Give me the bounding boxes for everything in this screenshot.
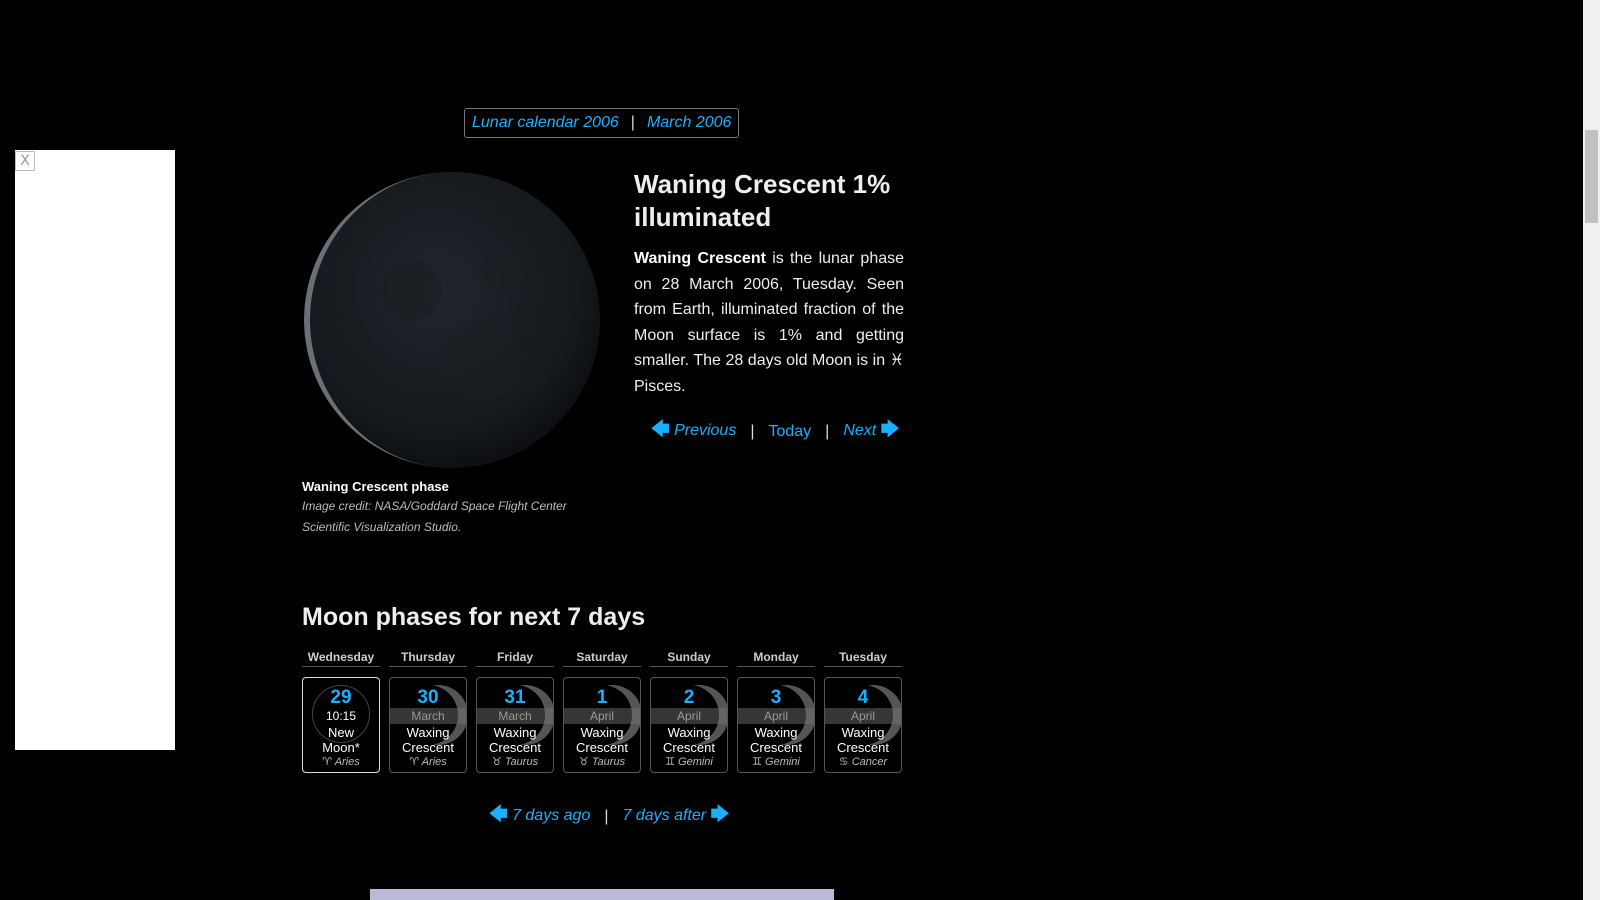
day-number: 31: [504, 687, 526, 708]
breadcrumb: Lunar calendar 2006 | March 2006: [464, 108, 740, 138]
phase-navigation: 🡄 Previous | Today | Next 🡆: [651, 417, 899, 447]
moon-phase-image: [302, 170, 602, 470]
arrow-right-icon: 🡆: [710, 804, 730, 824]
week-navigation: 🡄 7 days ago | 7 days after 🡆: [489, 802, 729, 832]
day-number: 4: [857, 687, 869, 708]
weekday-label: Wednesday: [302, 648, 380, 667]
day-number: 30: [417, 687, 439, 708]
page-scrollbar[interactable]: [1583, 0, 1600, 900]
day-column: Sunday 2 April Waxing Crescent ♊ Gemini: [650, 648, 728, 773]
phase-text: is the lunar phase on 28 March 2006, Tue…: [634, 250, 905, 370]
day-card[interactable]: 29 10:15 New Moon* ♈ Aries: [302, 677, 380, 773]
bottom-ad-banner: [370, 889, 834, 900]
day-column: Thursday 30 March Waxing Crescent ♈ Aries: [389, 648, 467, 773]
day-number: 3: [770, 687, 782, 708]
caption-title: Waning Crescent phase: [302, 479, 449, 494]
weekday-label: Monday: [737, 648, 815, 667]
day-phase-line2: Crescent: [488, 740, 542, 755]
day-month: March: [390, 708, 466, 724]
day-month: April: [825, 708, 901, 724]
day-phase-line1: Waxing: [667, 725, 711, 740]
weekday-label: Saturday: [563, 648, 641, 667]
weekday-label: Sunday: [650, 648, 728, 667]
prev-week-label: 7 days ago: [512, 807, 591, 824]
weekday-label: Thursday: [389, 648, 467, 667]
next-link[interactable]: Next 🡆: [843, 417, 899, 447]
week-nav-separator: |: [604, 808, 609, 825]
day-card[interactable]: 1 April Waxing Crescent ♉ Taurus: [563, 677, 641, 773]
today-link[interactable]: Today: [768, 423, 811, 441]
next-week-link[interactable]: 7 days after 🡆: [623, 802, 730, 832]
day-phase-line1: Waxing: [841, 725, 885, 740]
day-zodiac: ♋ Cancer: [838, 756, 888, 768]
day-phase-line2: Crescent: [401, 740, 455, 755]
nav-separator: |: [750, 423, 755, 440]
next-days-heading: Moon phases for next 7 days: [302, 603, 646, 631]
day-phase-line2: Crescent: [749, 740, 803, 755]
arrow-right-icon: 🡆: [880, 419, 900, 439]
day-phase-line1: Waxing: [406, 725, 450, 740]
day-card[interactable]: 4 April Waxing Crescent ♋ Cancer: [824, 677, 902, 773]
day-phase-line2: Crescent: [575, 740, 629, 755]
arrow-left-icon: 🡄: [651, 419, 670, 439]
day-zodiac: ♊ Gemini: [665, 756, 713, 768]
phase-name: Waning Crescent: [634, 250, 766, 267]
caption-credit: Image credit: NASA/Goddard Space Flight …: [302, 499, 567, 534]
day-number: 1: [596, 687, 608, 708]
day-card[interactable]: 30 March Waxing Crescent ♈ Aries: [389, 677, 467, 773]
pisces-icon: ♓: [889, 352, 904, 370]
previous-label: Previous: [674, 422, 737, 439]
moon-icon: [304, 172, 600, 468]
day-phase-line2: Moon*: [322, 740, 360, 755]
day-zodiac: ♉ Taurus: [578, 756, 626, 768]
day-column: Wednesday 29 10:15 New Moon* ♈ Aries: [302, 648, 380, 773]
day-column: Monday 3 April Waxing Crescent ♊ Gemini: [737, 648, 815, 773]
prev-week-link[interactable]: 🡄 7 days ago: [489, 802, 590, 832]
day-number: 29: [330, 687, 352, 708]
next-days-list: Wednesday 29 10:15 New Moon* ♈ Aries Thursday 3…: [302, 648, 902, 773]
day-card[interactable]: 2 April Waxing Crescent ♊ Gemini: [650, 677, 728, 773]
weekday-label: Friday: [476, 648, 554, 667]
day-number: 2: [683, 687, 695, 708]
day-zodiac: ♊ Gemini: [752, 756, 800, 768]
lunar-calendar-link[interactable]: Lunar calendar 2006: [472, 114, 619, 132]
day-card[interactable]: 3 April Waxing Crescent ♊ Gemini: [737, 677, 815, 773]
day-zodiac: ♈ Aries: [409, 756, 447, 768]
weekday-label: Tuesday: [824, 648, 902, 667]
arrow-left-icon: 🡄: [489, 804, 508, 824]
phase-time: 10:15: [325, 709, 357, 723]
previous-link[interactable]: 🡄 Previous: [651, 417, 736, 447]
day-phase-line2: Crescent: [662, 740, 716, 755]
month-link[interactable]: March 2006: [647, 114, 732, 132]
ad-close-button[interactable]: X: [15, 151, 35, 171]
day-month: April: [651, 708, 727, 724]
day-month: April: [564, 708, 640, 724]
day-phase-line1: New: [327, 725, 354, 740]
scrollbar-thumb[interactable]: [1585, 130, 1598, 223]
next-label: Next: [843, 422, 877, 439]
day-column: Tuesday 4 April Waxing Crescent ♋ Cancer: [824, 648, 902, 773]
day-column: Saturday 1 April Waxing Crescent ♉ Taurus: [563, 648, 641, 773]
phase-description: Waning Crescent is the lunar phase on 28…: [634, 246, 904, 400]
day-zodiac: ♈ Aries: [322, 756, 360, 768]
day-card[interactable]: 31 March Waxing Crescent ♉ Taurus: [476, 677, 554, 773]
zodiac-name: Pisces.: [634, 377, 686, 395]
moon-image-caption: Waning Crescent phase Image credit: NASA…: [302, 479, 602, 538]
day-phase-line1: Waxing: [493, 725, 537, 740]
ad-panel: [15, 150, 175, 750]
breadcrumb-separator: |: [630, 114, 635, 131]
day-phase-line2: Crescent: [836, 740, 890, 755]
day-zodiac: ♉ Taurus: [491, 756, 539, 768]
day-phase-line1: Waxing: [754, 725, 798, 740]
day-column: Friday 31 March Waxing Crescent ♉ Taurus: [476, 648, 554, 773]
next-week-label: 7 days after: [622, 807, 707, 824]
nav-separator: |: [825, 423, 830, 440]
phase-title: Waning Crescent 1% illuminated: [634, 169, 891, 232]
day-month: April: [738, 708, 814, 724]
day-phase-line1: Waxing: [580, 725, 624, 740]
day-month: March: [477, 708, 553, 724]
